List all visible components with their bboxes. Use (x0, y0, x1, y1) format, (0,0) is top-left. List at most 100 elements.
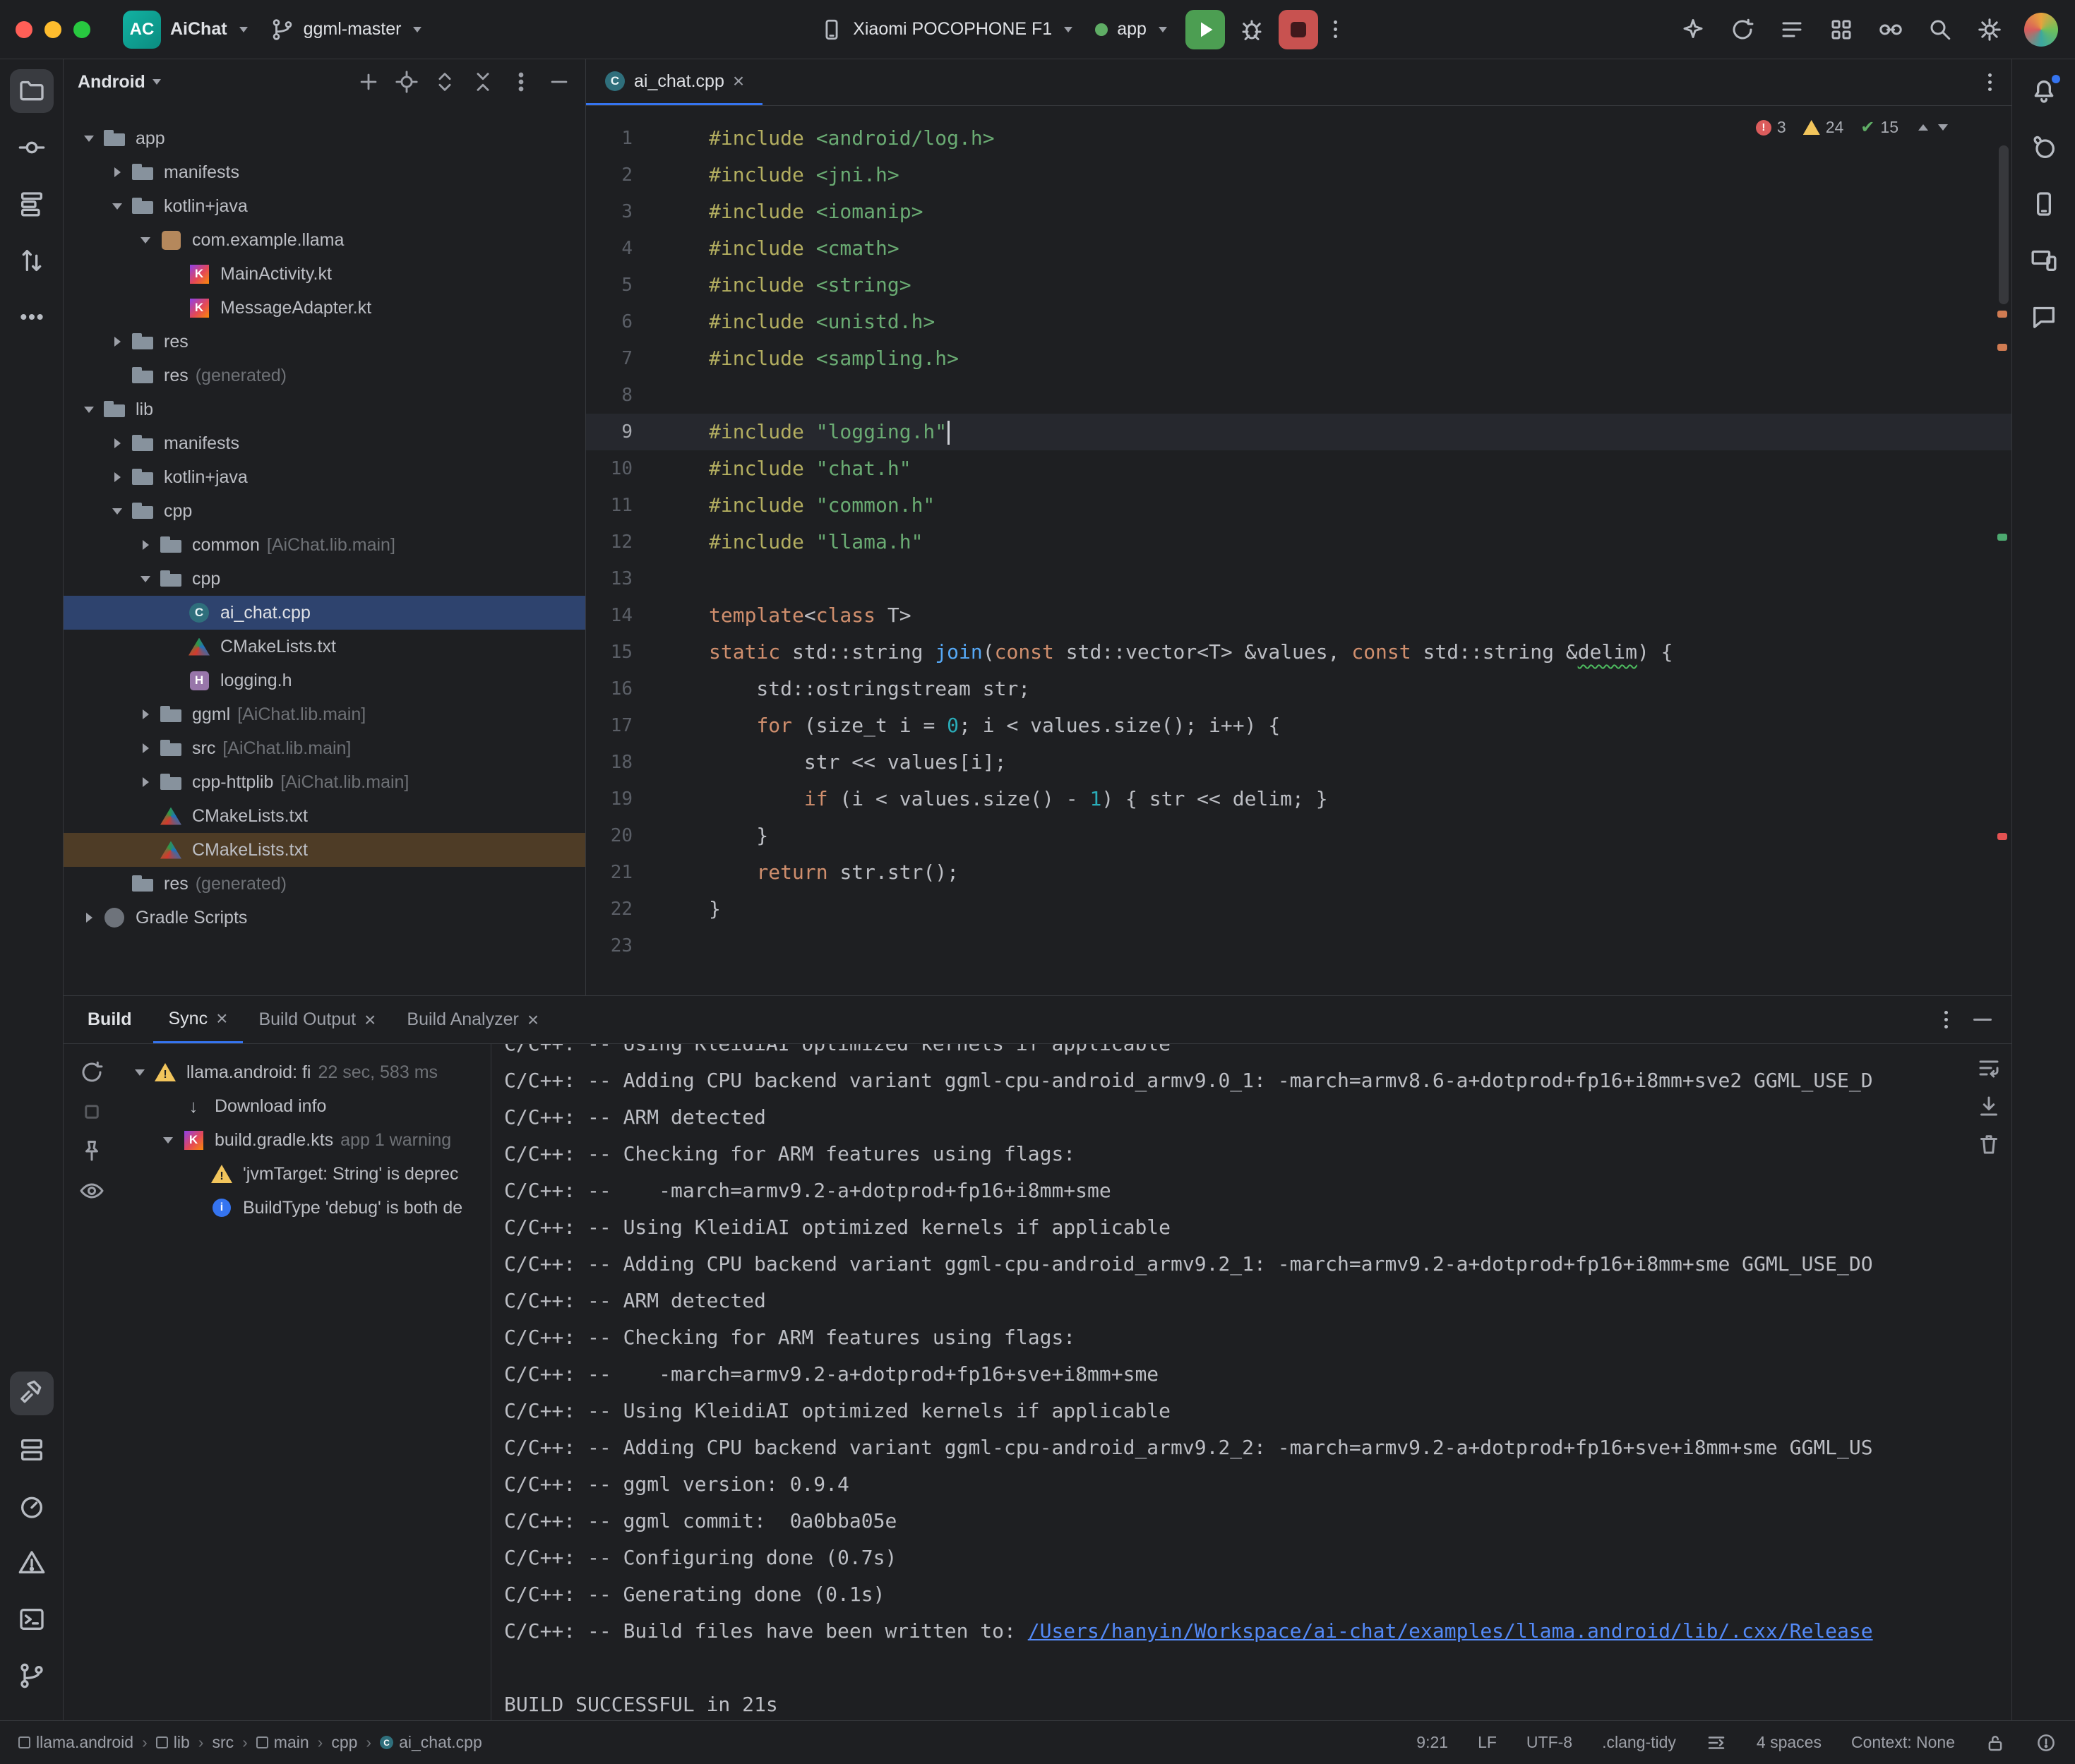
device-manager-icon[interactable] (2022, 182, 2066, 226)
chevron-right-icon[interactable] (104, 155, 130, 189)
chevron-down-icon[interactable] (155, 1123, 181, 1157)
build-panel-title[interactable]: Build (88, 1009, 132, 1030)
more-tools-icon[interactable] (10, 295, 54, 339)
stop-button[interactable] (1279, 10, 1318, 49)
close-tab-icon[interactable]: × (216, 1009, 227, 1028)
chevron-right-icon[interactable] (104, 460, 130, 494)
tree-item-com-example-llama[interactable]: com.example.llama (64, 223, 585, 257)
chevron-right-icon[interactable] (76, 901, 102, 935)
vcs-branch-selector[interactable]: ggml-master (259, 8, 433, 51)
ai-assistant-icon[interactable] (1677, 13, 1709, 46)
profile-avatar[interactable] (2024, 13, 2058, 47)
chevron-down-icon[interactable] (76, 392, 102, 426)
gradle-tool-icon[interactable] (2022, 126, 2066, 169)
code-line-5[interactable]: 5#include <string> (586, 267, 2011, 304)
tree-item-download-info[interactable]: Download info (120, 1089, 491, 1123)
code-line-13[interactable]: 13 (586, 560, 2011, 597)
next-issue-icon[interactable] (1938, 124, 1948, 131)
code-line-2[interactable]: 2#include <jni.h> (586, 157, 2011, 193)
problems-icon[interactable] (10, 1541, 54, 1585)
tree-item-cmakelists-txt[interactable]: CMakeLists.txt (64, 630, 585, 664)
tree-item-mainactivity-kt[interactable]: MainActivity.kt (64, 257, 585, 291)
pin-icon[interactable] (79, 1139, 104, 1164)
editor-tab-ai-chat-cpp[interactable]: ai_chat.cpp × (586, 59, 763, 105)
console-file-link[interactable]: /Users/hanyin/Workspace/ai-chat/examples… (1028, 1619, 1873, 1643)
breadcrumb-item-lib[interactable]: lib (156, 1733, 190, 1752)
tree-item-app[interactable]: app (64, 121, 585, 155)
add-icon[interactable] (357, 70, 381, 94)
tree-item-manifests[interactable]: manifests (64, 426, 585, 460)
maximize-window-button[interactable] (73, 21, 90, 38)
stop-sync-icon[interactable] (79, 1099, 104, 1124)
build-tab-build-output[interactable]: Build Output× (243, 996, 391, 1043)
status-9-21[interactable]: 9:21 (1416, 1733, 1448, 1752)
commit-tool-icon[interactable] (10, 126, 54, 169)
tree-item-res[interactable]: res(generated) (64, 867, 585, 901)
passed-indicator[interactable]: ✔15 (1860, 117, 1898, 138)
build-tool-icon[interactable] (10, 1372, 54, 1415)
profiler-icon[interactable] (10, 1484, 54, 1528)
tree-item-lib[interactable]: lib (64, 392, 585, 426)
status-lf[interactable]: LF (1478, 1733, 1497, 1752)
chevron-down-icon[interactable] (133, 562, 158, 596)
rerun-sync-icon[interactable] (79, 1060, 104, 1085)
search-icon[interactable] (1924, 13, 1956, 46)
tree-item-ai-chat-cpp[interactable]: ai_chat.cpp (64, 596, 585, 630)
chevron-down-icon[interactable] (127, 1055, 153, 1089)
tree-item-buildtype-debug-is-both-de[interactable]: BuildType 'debug' is both de (120, 1191, 491, 1225)
todo-list-icon[interactable] (1776, 13, 1808, 46)
tree-item-res[interactable]: res(generated) (64, 359, 585, 392)
code-line-19[interactable]: 19 if (i < values.size() - 1) { str << d… (586, 781, 2011, 817)
build-tab-sync[interactable]: Sync× (153, 996, 244, 1043)
breadcrumb-item-llama-android[interactable]: llama.android (18, 1733, 133, 1752)
code-line-11[interactable]: 11#include "common.h" (586, 487, 2011, 524)
status-clang-tidy[interactable]: .clang-tidy (1602, 1733, 1676, 1752)
structure-tool-icon[interactable] (10, 182, 54, 226)
settings-gear-icon[interactable] (1973, 13, 2006, 46)
editor-options-icon[interactable] (1978, 64, 2002, 101)
build-options-icon[interactable] (1935, 1001, 1958, 1038)
code-line-4[interactable]: 4#include <cmath> (586, 230, 2011, 267)
chevron-down-icon[interactable] (104, 494, 130, 528)
debug-button[interactable] (1232, 10, 1272, 49)
project-selector[interactable]: AC AiChat (112, 8, 259, 51)
chevron-right-icon[interactable] (104, 426, 130, 460)
tree-item-kotlin-java[interactable]: kotlin+java (64, 460, 585, 494)
run-configuration-selector[interactable]: app (1084, 8, 1178, 51)
expand-all-icon[interactable] (433, 70, 457, 94)
gradle-sync-icon[interactable] (1726, 13, 1759, 46)
close-window-button[interactable] (16, 21, 32, 38)
more-run-actions-icon[interactable] (1324, 11, 1347, 48)
code-line-21[interactable]: 21 return str.str(); (586, 854, 2011, 891)
tree-item-res[interactable]: res (64, 325, 585, 359)
warning-mark[interactable] (1997, 311, 2007, 318)
panel-options-icon[interactable] (509, 70, 533, 94)
breadcrumb-item-ai-chat-cpp[interactable]: ai_chat.cpp (380, 1733, 482, 1752)
link-share-icon[interactable] (1874, 13, 1907, 46)
status-utf-8[interactable]: UTF-8 (1526, 1733, 1572, 1752)
tree-item-jvmtarget-string-is-deprec[interactable]: 'jvmTarget: String' is deprec (120, 1157, 491, 1191)
tree-item-cpp[interactable]: cpp (64, 562, 585, 596)
build-console[interactable]: C/C++: -- Using KleidiAI optimized kerne… (491, 1044, 2011, 1720)
tree-item-cmakelists-txt[interactable]: CMakeLists.txt (64, 833, 585, 867)
chevron-down-icon[interactable] (133, 223, 158, 257)
terminal-icon[interactable] (10, 1597, 54, 1641)
scroll-to-end-icon[interactable] (1976, 1093, 2002, 1119)
tree-item-logging-h[interactable]: logging.h (64, 664, 585, 697)
code-line-15[interactable]: 15static std::string join(const std::vec… (586, 634, 2011, 671)
warning-mark[interactable] (1997, 344, 2007, 351)
soft-wrap-icon[interactable] (1976, 1055, 2002, 1081)
chevron-right-icon[interactable] (104, 325, 130, 359)
code-style-icon[interactable] (1706, 1732, 1727, 1753)
tree-item-messageadapter-kt[interactable]: MessageAdapter.kt (64, 291, 585, 325)
version-control-icon[interactable] (10, 1654, 54, 1698)
chevron-down-icon[interactable] (76, 121, 102, 155)
tree-item-cpp[interactable]: cpp (64, 494, 585, 528)
running-devices-icon[interactable] (2022, 239, 2066, 282)
editor-scrollbar-thumb[interactable] (1999, 145, 2009, 304)
tree-item-common[interactable]: common[AiChat.lib.main] (64, 528, 585, 562)
status-context-none[interactable]: Context: None (1851, 1733, 1955, 1752)
minimize-window-button[interactable] (44, 21, 61, 38)
project-view-selector[interactable]: Android (78, 72, 145, 92)
chevron-right-icon[interactable] (133, 697, 158, 731)
